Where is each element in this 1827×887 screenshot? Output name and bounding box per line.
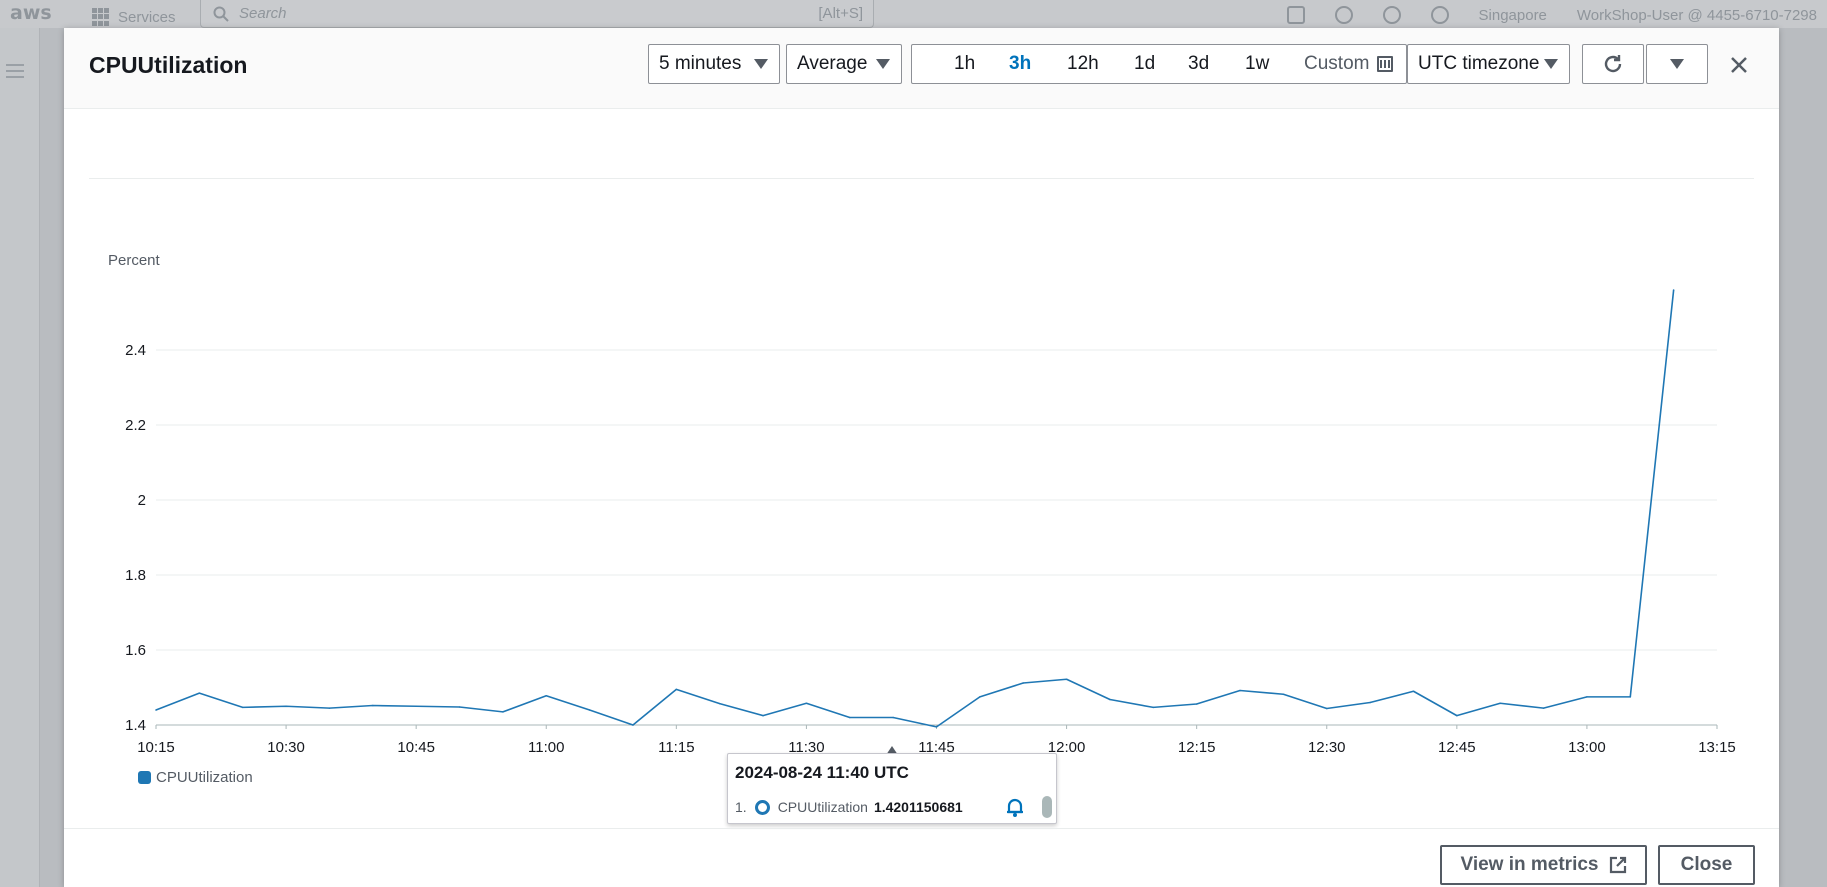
footer-divider xyxy=(64,828,1779,829)
console-top-right: Singapore WorkShop-User @ 4455-6710-7298 xyxy=(1286,6,1827,24)
close-button[interactable]: Close xyxy=(1658,845,1755,885)
search-placeholder: Search xyxy=(239,5,287,22)
left-navigation-rail xyxy=(0,28,40,887)
data-point xyxy=(1542,707,1545,709)
data-point xyxy=(415,705,417,708)
data-point xyxy=(1325,707,1328,710)
bell-icon[interactable] xyxy=(1334,6,1353,24)
data-point xyxy=(285,705,287,708)
data-point xyxy=(1195,703,1198,705)
x-tick-label: 10:45 xyxy=(397,739,435,756)
data-point xyxy=(1672,289,1675,291)
alarm-bell-icon[interactable] xyxy=(1004,796,1026,818)
data-point xyxy=(241,706,244,709)
tooltip-value: 1.4201150681 xyxy=(873,799,963,815)
y-tick-label: 1.6 xyxy=(125,642,146,659)
data-point xyxy=(1022,682,1025,684)
view-in-metrics-label: View in metrics xyxy=(1460,854,1599,875)
console-top-bar: aws Services Search [Alt+S] Singapore Wo… xyxy=(0,0,1827,28)
help-icon[interactable] xyxy=(1382,6,1401,24)
data-point xyxy=(588,709,591,711)
x-tick-label: 13:15 xyxy=(1698,739,1736,756)
tooltip-metric: CPUUtilization xyxy=(777,799,868,815)
data-point xyxy=(892,716,894,719)
x-tick-label: 11:15 xyxy=(658,739,694,756)
legend-swatch xyxy=(138,771,151,784)
data-point xyxy=(1456,714,1458,717)
data-point xyxy=(1586,696,1588,698)
y-tick-label: 2.4 xyxy=(125,342,146,359)
aws-logo[interactable]: aws xyxy=(10,2,52,24)
metric-graph-modal: CPUUtilization 5 minutes Average 1h 3h 1… xyxy=(64,28,1779,887)
data-point xyxy=(718,702,721,705)
gear-icon[interactable] xyxy=(1430,6,1449,24)
data-point xyxy=(1629,696,1632,698)
data-point xyxy=(1065,678,1068,681)
data-point xyxy=(848,716,851,719)
data-point xyxy=(1499,702,1501,705)
services-menu[interactable]: Services xyxy=(92,8,176,26)
legend-label: CPUUtilization xyxy=(156,769,253,786)
search-icon xyxy=(213,6,229,22)
data-point xyxy=(935,726,938,728)
x-tick-label: 13:00 xyxy=(1568,739,1606,756)
tooltip-time: 2024-08-24 11:40 UTC xyxy=(735,763,909,782)
x-tick-label: 11:00 xyxy=(528,739,564,756)
chart-legend[interactable]: CPUUtilization xyxy=(138,769,253,786)
data-point xyxy=(805,702,808,705)
console-search-input[interactable]: Search [Alt+S] xyxy=(200,0,874,28)
menu-icon[interactable] xyxy=(6,64,24,82)
data-point xyxy=(372,704,374,707)
x-tick-label: 12:15 xyxy=(1178,739,1216,756)
tooltip-scrollbar[interactable] xyxy=(1042,796,1052,818)
data-point xyxy=(198,692,201,694)
data-point xyxy=(155,709,157,711)
data-point xyxy=(458,706,461,708)
data-point xyxy=(1369,701,1371,704)
data-point xyxy=(675,688,678,691)
account-menu[interactable]: WorkShop-User @ 4455-6710-7298 xyxy=(1577,7,1817,24)
services-label: Services xyxy=(118,8,176,26)
grid-icon xyxy=(92,8,110,26)
x-tick-label: 10:15 xyxy=(137,739,175,756)
data-point xyxy=(1282,693,1285,696)
data-point xyxy=(1412,690,1415,693)
y-tick-label: 2 xyxy=(138,492,146,509)
data-point xyxy=(979,696,981,698)
data-point xyxy=(545,694,548,697)
close-label: Close xyxy=(1680,854,1733,875)
series-marker-icon xyxy=(754,799,770,815)
data-point xyxy=(1152,706,1155,709)
external-link-icon xyxy=(1609,856,1626,874)
data-point xyxy=(1239,689,1241,692)
y-tick-label: 1.4 xyxy=(125,717,146,734)
data-point xyxy=(632,724,634,726)
y-tick-label: 2.2 xyxy=(125,417,146,434)
datapoint-tooltip: 2024-08-24 11:40 UTC 1. CPUUtilization 1… xyxy=(727,753,1057,824)
cloudshell-icon[interactable] xyxy=(1286,6,1305,24)
region-selector[interactable]: Singapore xyxy=(1479,7,1547,24)
x-tick-label: 12:30 xyxy=(1308,739,1346,756)
x-tick-label: 12:45 xyxy=(1438,739,1476,756)
y-tick-label: 1.8 xyxy=(125,567,146,584)
data-point xyxy=(328,707,331,709)
cpu-utilization-chart[interactable]: 1.4 1.6 1.8 2 2.2 2.4 10:15 10:30 10:45 11:00 11:1… xyxy=(64,28,1779,828)
x-tick-label: 10:30 xyxy=(267,739,305,756)
tooltip-row: 1. CPUUtilization 1.4201150681 xyxy=(735,799,963,815)
data-point xyxy=(502,711,504,713)
tooltip-index: 1. xyxy=(735,799,747,815)
data-point xyxy=(1109,698,1111,701)
series-line-cpuutilization xyxy=(155,289,1675,728)
view-in-metrics-button[interactable]: View in metrics xyxy=(1440,845,1647,885)
data-point xyxy=(762,714,764,717)
search-shortcut: [Alt+S] xyxy=(818,5,863,22)
